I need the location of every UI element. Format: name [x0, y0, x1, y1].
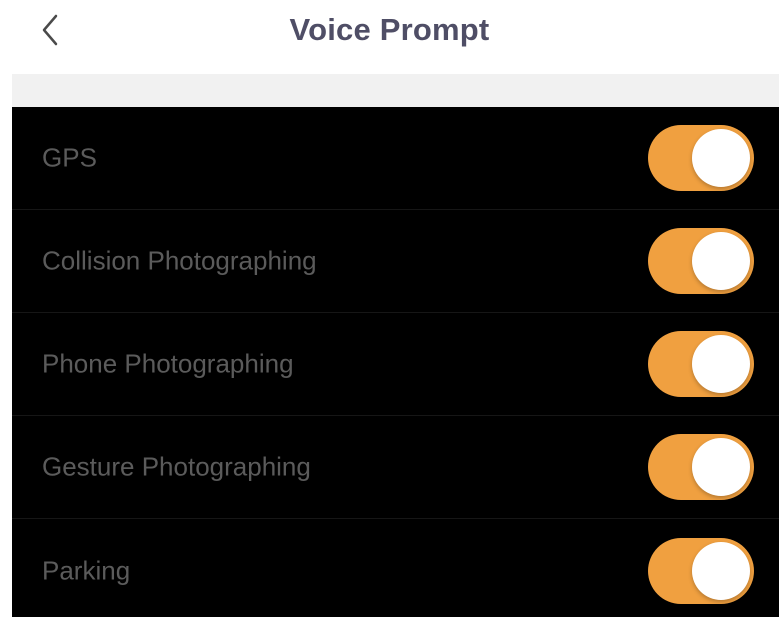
- gps-toggle[interactable]: [648, 125, 754, 191]
- setting-label: Collision Photographing: [42, 245, 317, 276]
- toggle-knob: [692, 335, 750, 393]
- settings-list: GPS Collision Photographing Phone Photog…: [12, 107, 779, 617]
- toggle-knob: [692, 438, 750, 496]
- toggle-knob: [692, 129, 750, 187]
- setting-row-collision-photographing: Collision Photographing: [12, 210, 779, 313]
- voice-prompt-screen: Voice Prompt GPS Collision Photographing…: [0, 0, 779, 617]
- setting-row-gesture-photographing: Gesture Photographing: [12, 416, 779, 519]
- setting-label: Phone Photographing: [42, 348, 294, 379]
- setting-row-phone-photographing: Phone Photographing: [12, 313, 779, 416]
- gesture-photographing-toggle[interactable]: [648, 434, 754, 500]
- collision-photographing-toggle[interactable]: [648, 228, 754, 294]
- section-spacer: [12, 74, 779, 107]
- setting-label: Parking: [42, 555, 131, 585]
- navigation-bar: Voice Prompt: [0, 0, 779, 74]
- setting-row-parking: Parking: [12, 519, 779, 617]
- toggle-knob: [692, 232, 750, 290]
- page-title: Voice Prompt: [289, 12, 490, 47]
- setting-row-gps: GPS: [12, 107, 779, 210]
- setting-label: Gesture Photographing: [42, 451, 311, 482]
- phone-photographing-toggle[interactable]: [648, 331, 754, 397]
- parking-toggle[interactable]: [648, 537, 754, 604]
- toggle-knob: [692, 541, 750, 600]
- setting-label: GPS: [42, 142, 97, 173]
